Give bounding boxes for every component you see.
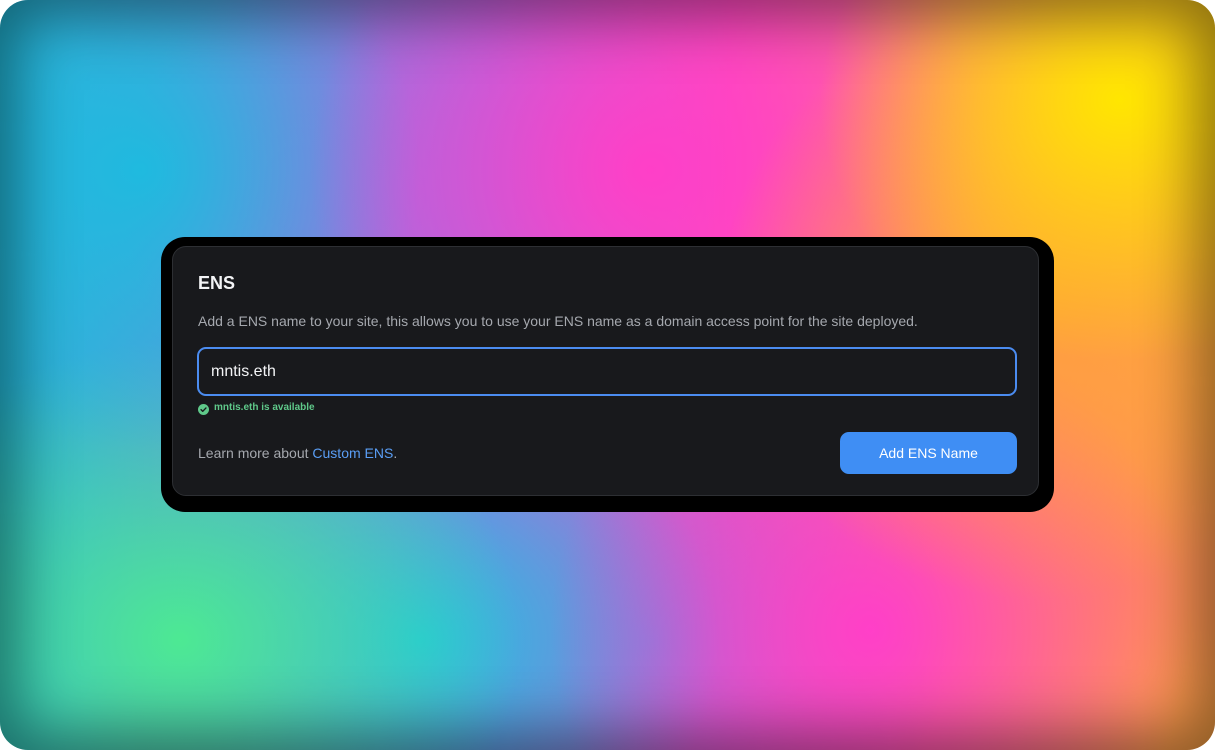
learn-more-suffix: .	[393, 445, 398, 461]
custom-ens-link[interactable]: Custom ENS	[312, 445, 393, 461]
check-circle-icon	[198, 402, 209, 415]
ens-name-input[interactable]	[197, 347, 1017, 396]
learn-more-text: Learn more about Custom ENS.	[198, 445, 397, 461]
availability-text: mntis.eth is available	[214, 402, 315, 413]
card-title: ENS	[198, 273, 236, 293]
add-ens-name-button[interactable]: Add ENS Name	[840, 432, 1017, 474]
ens-settings-card: ENS Add a ENS name to your site, this al…	[172, 246, 1039, 496]
card-description: Add a ENS name to your site, this allows…	[198, 313, 918, 329]
availability-status: mntis.eth is available	[198, 402, 315, 415]
learn-more-prefix: Learn more about	[198, 445, 313, 461]
